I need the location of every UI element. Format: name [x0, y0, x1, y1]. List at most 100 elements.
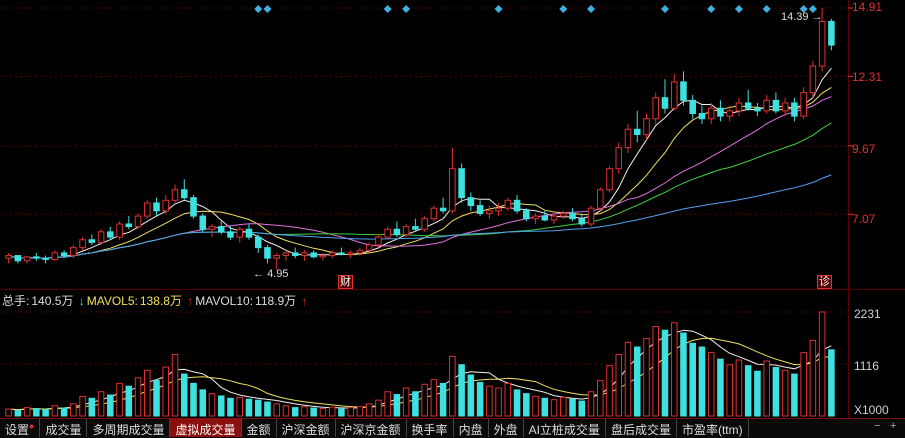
volume-bar [402, 387, 410, 417]
volume-bar [680, 332, 687, 417]
volume-bar [245, 398, 253, 417]
volume-bar [347, 407, 354, 417]
volume-bar [107, 394, 114, 417]
tab-volume[interactable]: 成交量 [40, 419, 88, 437]
signal-diamond [559, 5, 568, 13]
volume-bar [301, 406, 308, 417]
candle-body [772, 99, 780, 112]
volume-bar [393, 394, 401, 417]
volume-bar [532, 395, 539, 417]
mavol10-label: MAVOL10: [195, 294, 254, 308]
candle-body [726, 110, 733, 117]
candle-body [781, 102, 789, 112]
volume-bar [310, 407, 317, 417]
volume-bar [643, 338, 650, 417]
indicator-tab-bar: 设置● 成交量 多周期成交量 虚拟成交量 金额 沪深金额 沪深京金额 换手率 内… [0, 418, 905, 438]
candle-body [402, 226, 410, 235]
candle-body [208, 226, 216, 230]
candle-body [486, 210, 493, 214]
volume-unit-label: X1000 [854, 403, 889, 417]
price-axis-label-4: 7.07 [852, 212, 876, 226]
candle-body [347, 252, 354, 255]
tab-ai-volume[interactable]: AI立桩成交量 [524, 419, 606, 437]
candle-body [430, 207, 438, 220]
tab-inner-volume[interactable]: 内盘 [454, 419, 489, 437]
low-price-annotation: ← 4.95 [253, 268, 288, 280]
volume-bar [88, 397, 96, 417]
candle-body [606, 168, 613, 191]
volume-bar [5, 408, 12, 417]
volume-bar [523, 393, 530, 417]
candle-body [328, 252, 336, 257]
tab-turnover-rate[interactable]: 换手率 [407, 419, 454, 437]
candle-body [70, 247, 77, 257]
volume-bar [199, 389, 207, 417]
candlesticks[interactable] [5, 8, 835, 270]
volume-bar [190, 382, 197, 417]
candle-body [670, 81, 678, 109]
volume-bar [273, 403, 280, 417]
tab-outer-volume[interactable]: 外盘 [489, 419, 524, 437]
tab-hs-amount[interactable]: 沪深金额 [277, 419, 336, 437]
volume-bar [51, 405, 59, 417]
candle-body [744, 102, 752, 109]
kline-chart[interactable] [0, 0, 905, 437]
volume-bar [79, 395, 86, 417]
candle-body [818, 20, 826, 67]
tab-virtual-volume[interactable]: 虚拟成交量 [170, 419, 242, 437]
notification-dot-icon: ● [29, 421, 35, 431]
candle-body [190, 197, 197, 217]
candle-body [301, 252, 308, 257]
volume-bar [42, 408, 49, 417]
signal-diamond [707, 5, 716, 13]
volume-bar [735, 359, 743, 417]
zoom-out-button[interactable]: − [874, 420, 880, 432]
candle-body [282, 252, 290, 257]
ma5-line [8, 67, 832, 259]
volume-bar [439, 382, 447, 417]
zoom-in-button[interactable]: + [890, 420, 896, 432]
volume-bar [180, 373, 188, 417]
finance-event-badge[interactable]: 财 [338, 275, 353, 289]
volume-bar [569, 398, 576, 417]
low-price-value: 4.95 [267, 268, 289, 280]
signal-diamond [762, 5, 771, 13]
candle-body [735, 102, 743, 112]
volume-bar [754, 370, 761, 417]
volume-bar [504, 382, 512, 417]
diagnosis-badge[interactable]: 诊 [817, 275, 832, 289]
tab-multi-period-volume[interactable]: 多周期成交量 [87, 419, 171, 437]
candle-body [291, 252, 299, 257]
volume-bar [254, 399, 262, 417]
candle-body [310, 252, 317, 258]
tab-hsj-amount[interactable]: 沪深京金额 [336, 419, 407, 437]
candle-body [33, 256, 40, 259]
candle-body [541, 215, 549, 221]
tab-label: 设置 [5, 423, 30, 437]
tab-amount[interactable]: 金额 [242, 419, 277, 437]
volume-indicator-bar: 总手: 140.5万 ↓ MAVOL5: 138.8万 ↑ MAVOL10: 118.9万… [2, 292, 310, 308]
volume-bar [717, 358, 724, 417]
volume-bar [356, 406, 364, 417]
candle-body [217, 226, 225, 233]
volume-axis-label-1: 2231 [854, 307, 881, 321]
candle-body [680, 81, 687, 101]
price-axis-label-1: 14.91 [852, 0, 883, 14]
candle-body [88, 239, 96, 243]
candle-body [596, 189, 604, 209]
volume-bar [828, 349, 835, 417]
signal-diamond [660, 5, 669, 13]
volume-bar [236, 396, 244, 417]
candle-body [319, 255, 327, 258]
tab-pe-ttm[interactable]: 市盈率(ttm) [677, 419, 749, 437]
volume-bar [606, 365, 613, 417]
candle-body [236, 228, 244, 238]
tab-after-hours-volume[interactable]: 盘后成交量 [606, 419, 677, 437]
volume-bar [375, 399, 382, 417]
candle-body [643, 118, 650, 136]
tab-settings[interactable]: 设置● [0, 419, 41, 437]
candle-body [14, 255, 22, 262]
volume-bar [421, 383, 428, 417]
candle-body [144, 202, 151, 217]
volume-bar [144, 369, 151, 417]
